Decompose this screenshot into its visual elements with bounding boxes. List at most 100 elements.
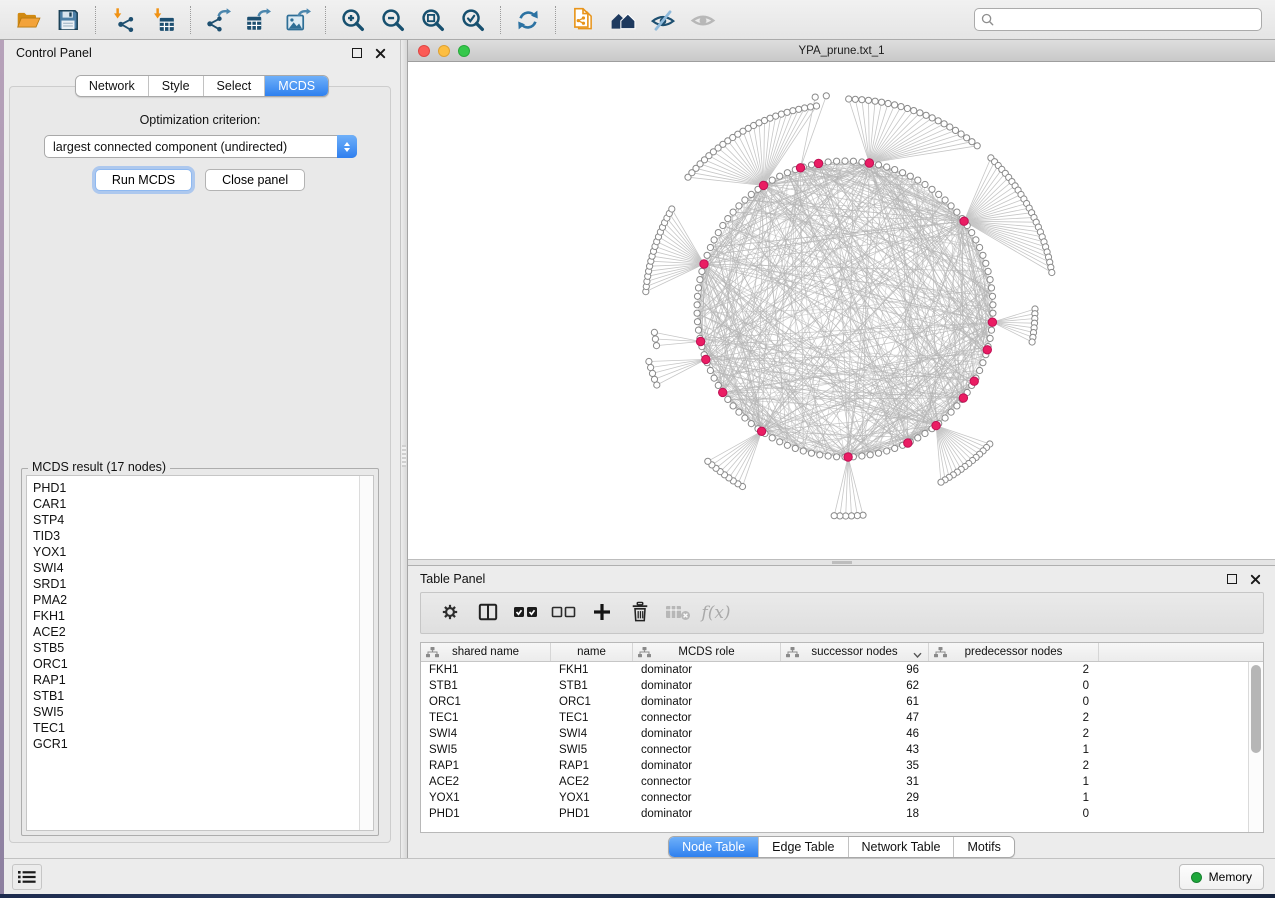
column-header-name[interactable]: name — [551, 643, 633, 661]
table-row[interactable]: SWI4SWI4dominator462 — [421, 726, 1249, 742]
save-session-button[interactable] — [48, 3, 88, 37]
table-row[interactable]: ORC1ORC1dominator610 — [421, 694, 1249, 710]
scrollbar-thumb[interactable] — [1251, 665, 1261, 753]
table-row[interactable]: PHD1PHD1dominator180 — [421, 806, 1249, 822]
show-columns-button[interactable] — [469, 596, 507, 630]
mcds-result-item[interactable]: PMA2 — [27, 592, 359, 608]
table-row[interactable]: YOX1YOX1connector291 — [421, 790, 1249, 806]
cell-successor_nodes: 35 — [781, 760, 929, 772]
cell-name: FKH1 — [551, 664, 633, 676]
export-table-button[interactable] — [238, 3, 278, 37]
clear-selection-button[interactable] — [545, 596, 583, 630]
import-table-button[interactable] — [143, 3, 183, 37]
tab-motifs[interactable]: Motifs — [953, 837, 1013, 857]
table-settings-button[interactable] — [431, 596, 469, 630]
table-row[interactable]: STB1STB1dominator620 — [421, 678, 1249, 694]
zoom-selected-button[interactable] — [453, 3, 493, 37]
table-row[interactable]: RAP1RAP1dominator352 — [421, 758, 1249, 774]
mcds-result-item[interactable]: FKH1 — [27, 608, 359, 624]
table-row[interactable]: ACE2ACE2connector311 — [421, 774, 1249, 790]
tab-node-table[interactable]: Node Table — [669, 837, 758, 857]
column-header-mcds-role[interactable]: MCDS role — [633, 643, 781, 661]
column-label: name — [577, 646, 606, 658]
tab-style[interactable]: Style — [148, 76, 203, 96]
share-network-document-button[interactable] — [563, 3, 603, 37]
column-header-predecessor-nodes[interactable]: predecessor nodes — [929, 643, 1099, 661]
mcds-result-item[interactable]: CAR1 — [27, 496, 359, 512]
table-scrollbar[interactable] — [1248, 662, 1263, 832]
cell-mcds_role: connector — [633, 792, 781, 804]
mcds-result-item[interactable]: SWI5 — [27, 704, 359, 720]
mcds-result-item[interactable]: STB1 — [27, 688, 359, 704]
column-header-shared-name[interactable]: shared name — [421, 643, 551, 661]
run-mcds-button[interactable]: Run MCDS — [95, 169, 192, 191]
export-image-button[interactable] — [278, 3, 318, 37]
mcds-result-item[interactable]: ACE2 — [27, 624, 359, 640]
node-table: shared name name MCDS rolesuccessor nodesp… — [420, 642, 1264, 833]
gear-icon — [440, 602, 460, 625]
delete-columns-button[interactable] — [621, 596, 659, 630]
mcds-result-item[interactable]: SRD1 — [27, 576, 359, 592]
vertical-splitter[interactable] — [400, 40, 408, 858]
float-panel-button[interactable] — [1224, 572, 1239, 587]
table-row[interactable]: SWI5SWI5connector431 — [421, 742, 1249, 758]
close-window-icon[interactable] — [418, 45, 430, 57]
cell-predecessor_nodes: 0 — [929, 808, 1099, 820]
export-network-button[interactable] — [198, 3, 238, 37]
mcds-result-item[interactable]: TID3 — [27, 528, 359, 544]
zoom-fit-button[interactable] — [413, 3, 453, 37]
tab-network[interactable]: Network — [76, 76, 148, 96]
close-panel-button[interactable] — [373, 46, 388, 61]
result-list-scrollbar[interactable] — [359, 476, 373, 830]
maximize-window-icon[interactable] — [458, 45, 470, 57]
delete-table-button[interactable] — [659, 596, 697, 630]
tab-network-table[interactable]: Network Table — [848, 837, 954, 857]
cell-shared_name: YOX1 — [421, 792, 551, 804]
select-all-rows-button[interactable] — [507, 596, 545, 630]
open-file-button[interactable] — [8, 3, 48, 37]
mcds-result-item[interactable]: ORC1 — [27, 656, 359, 672]
mcds-result-list: PHD1CAR1STP4TID3YOX1SWI4SRD1PMA2FKH1ACE2… — [26, 475, 374, 831]
optimization-criterion-dropdown[interactable]: largest connected component (undirected) — [44, 135, 357, 158]
mcds-result-item[interactable]: STP4 — [27, 512, 359, 528]
mcds-result-item[interactable]: STB5 — [27, 640, 359, 656]
tab-select[interactable]: Select — [203, 76, 265, 96]
network-graph[interactable] — [408, 62, 1275, 559]
minimize-window-icon[interactable] — [438, 45, 450, 57]
memory-button[interactable]: Memory — [1179, 864, 1264, 890]
preferred-layout-button[interactable] — [603, 3, 643, 37]
horizontal-splitter[interactable] — [408, 559, 1275, 566]
search-icon — [981, 13, 994, 26]
column-header-successor-nodes[interactable]: successor nodes — [781, 643, 929, 661]
tab-edge-table[interactable]: Edge Table — [758, 837, 847, 857]
float-panel-button[interactable] — [349, 46, 364, 61]
refresh-button[interactable] — [508, 3, 548, 37]
mcds-result-item[interactable]: PHD1 — [27, 480, 359, 496]
cell-successor_nodes: 31 — [781, 776, 929, 788]
hide-selected-button[interactable] — [643, 3, 683, 37]
mcds-result-item[interactable]: GCR1 — [27, 736, 359, 752]
network-canvas[interactable] — [408, 62, 1275, 559]
table-row[interactable]: FKH1FKH1dominator962 — [421, 662, 1249, 678]
add-column-button[interactable] — [583, 596, 621, 630]
function-builder-button[interactable]: f(x) — [697, 596, 735, 630]
zoom-in-button[interactable] — [333, 3, 373, 37]
mcds-result-item[interactable]: RAP1 — [27, 672, 359, 688]
memory-label: Memory — [1209, 870, 1252, 884]
cell-predecessor_nodes: 2 — [929, 712, 1099, 724]
window-traffic-lights — [418, 45, 470, 57]
task-history-button[interactable] — [12, 864, 42, 890]
table-row[interactable]: TEC1TEC1connector472 — [421, 710, 1249, 726]
close-panel-button[interactable] — [1248, 572, 1263, 587]
tab-mcds[interactable]: MCDS — [264, 76, 328, 96]
mcds-result-item[interactable]: YOX1 — [27, 544, 359, 560]
search-input[interactable] — [994, 8, 1261, 31]
control-panel-header: Control Panel — [4, 40, 400, 66]
cell-shared_name: ORC1 — [421, 696, 551, 708]
import-network-button[interactable] — [103, 3, 143, 37]
zoom-out-button[interactable] — [373, 3, 413, 37]
mcds-result-item[interactable]: SWI4 — [27, 560, 359, 576]
close-mcds-panel-button[interactable]: Close panel — [205, 169, 305, 191]
show-all-button[interactable] — [683, 3, 723, 37]
mcds-result-item[interactable]: TEC1 — [27, 720, 359, 736]
